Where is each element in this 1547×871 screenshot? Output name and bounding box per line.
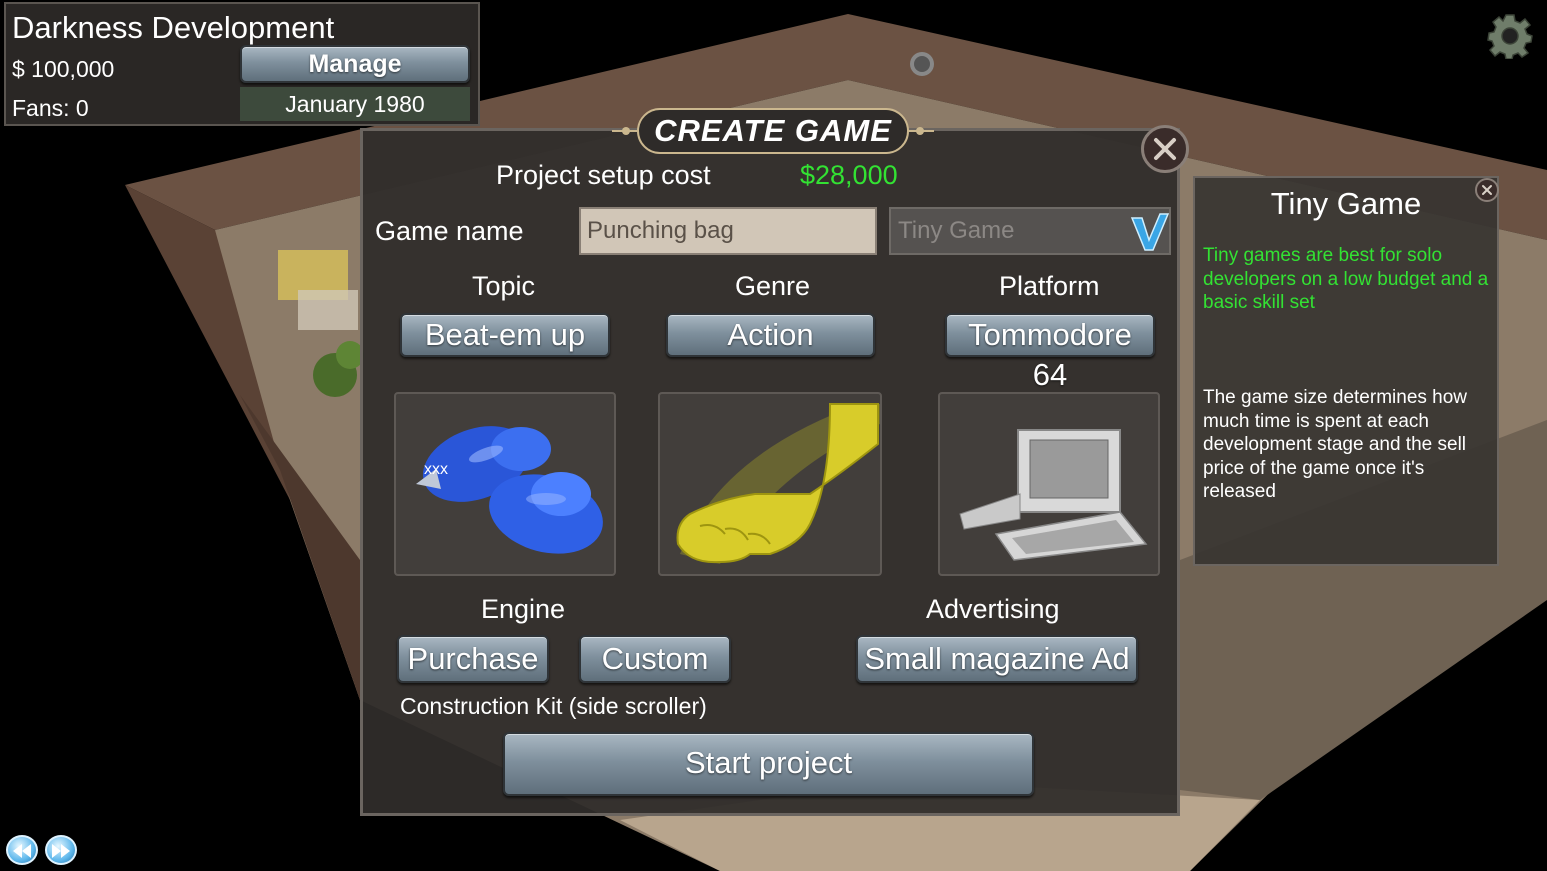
close-info-button[interactable]: [1475, 178, 1499, 202]
close-dialog-button[interactable]: [1141, 125, 1189, 173]
info-title: Tiny Game: [1270, 186, 1422, 221]
engine-label: Engine: [481, 594, 566, 624]
advertising-label: Advertising: [926, 594, 1060, 624]
platform-image-card: [938, 392, 1160, 576]
checkmark-icon[interactable]: [1128, 210, 1170, 252]
boxing-gloves-icon: xxx: [416, 426, 603, 554]
close-icon: [1482, 185, 1492, 195]
info-panel: Tiny Game Tiny games are best for solo d…: [1193, 176, 1499, 566]
topic-button[interactable]: Beat-em up: [400, 313, 610, 357]
platform-label: Platform: [999, 271, 1100, 301]
topic-image-card: xxx: [394, 392, 616, 576]
dialog-title: CREATE GAME: [637, 108, 909, 154]
genre-button[interactable]: Action: [666, 313, 875, 357]
game-name-label: Game name: [375, 216, 524, 246]
company-money: $ 100,000: [12, 56, 115, 82]
company-fans: Fans: 0: [12, 95, 89, 121]
platform-button[interactable]: Tommodore 64: [945, 313, 1155, 392]
cost-label: Project setup cost: [496, 160, 711, 190]
info-description: The game size determines how much time i…: [1203, 387, 1468, 502]
info-highlight: Tiny games are best for solo developers …: [1203, 245, 1489, 313]
start-project-button[interactable]: Start project: [503, 732, 1034, 796]
svg-text:xxx: xxx: [424, 461, 448, 478]
current-date: January 1980: [240, 87, 470, 121]
fast-forward-icon: [52, 844, 70, 858]
retro-computer-icon: [959, 429, 1148, 561]
close-icon: [1154, 138, 1176, 160]
advertising-button[interactable]: Small magazine Ad: [856, 635, 1138, 683]
topic-label: Topic: [472, 271, 536, 301]
manage-button[interactable]: Manage: [240, 45, 470, 83]
rewind-button[interactable]: [6, 835, 38, 865]
engine-name: Construction Kit (side scroller): [400, 693, 707, 719]
rewind-icon: [13, 844, 31, 858]
genre-label: Genre: [735, 271, 811, 301]
engine-custom-button[interactable]: Custom: [579, 635, 731, 683]
genre-image-card: [658, 392, 882, 576]
cost-value: $28,000: [800, 160, 898, 190]
gear-icon[interactable]: [1486, 13, 1534, 59]
engine-purchase-button[interactable]: Purchase: [397, 635, 549, 683]
fast-forward-button[interactable]: [45, 835, 77, 865]
game-name-input[interactable]: Punching bag: [579, 207, 877, 255]
company-name: Darkness Development: [12, 10, 335, 45]
punching-fist-icon: [676, 403, 880, 564]
